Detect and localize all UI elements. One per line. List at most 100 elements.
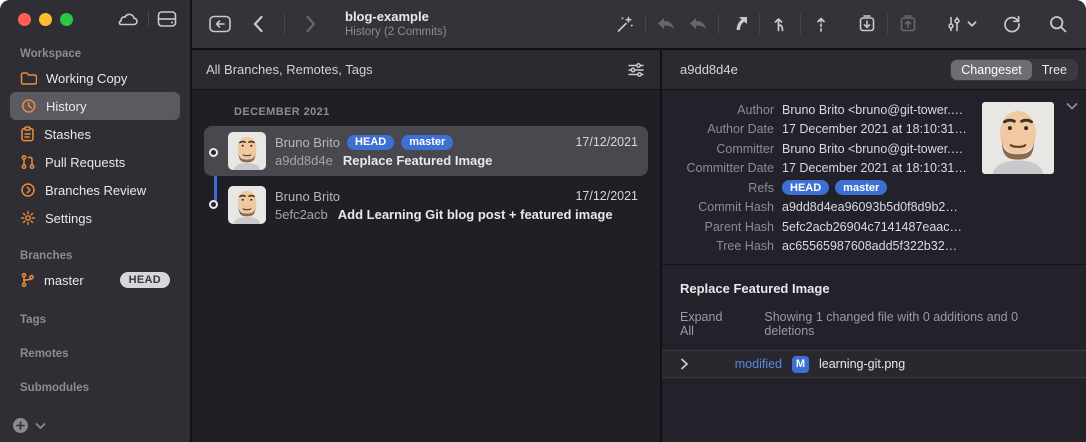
branch-filter-bar[interactable]: All Branches, Remotes, Tags: [192, 50, 660, 90]
expand-file-chevron-icon[interactable]: [680, 358, 720, 370]
sidebar-item-working-copy[interactable]: Working Copy: [10, 64, 180, 92]
toolbar-divider: [284, 14, 285, 34]
push-icon[interactable]: [807, 11, 835, 37]
chevron-down-icon[interactable]: [35, 422, 46, 430]
app-window: Workspace Working Copy History: [0, 0, 1086, 442]
field-label: Author Date: [662, 122, 774, 136]
commit-message-title: Replace Featured Image: [662, 265, 1086, 304]
file-status-label: modified: [730, 357, 782, 371]
committer-date-value: 17 December 2021 at 18:10:31…: [782, 161, 967, 175]
tree-tab[interactable]: Tree: [1032, 60, 1077, 80]
cloud-services-icon[interactable]: [117, 10, 141, 28]
commit-list: DECEMBER 2021: [192, 90, 660, 442]
refresh-icon[interactable]: [998, 11, 1026, 37]
file-name: learning-git.png: [819, 357, 905, 371]
view-toggle: Changeset Tree: [950, 59, 1078, 81]
commit-date: 17/12/2021: [575, 189, 638, 203]
master-ref-badge: master: [835, 180, 887, 195]
field-label: Refs: [662, 181, 774, 195]
branch-name: master: [44, 273, 84, 288]
expand-all-button[interactable]: Expand All: [680, 310, 738, 338]
field-label: Parent Hash: [662, 220, 774, 234]
commit-metadata: Author Bruno Brito <bruno@git-tower.… Au…: [662, 90, 1086, 264]
avatar: [228, 186, 266, 224]
commit-author: Bruno Brito: [275, 135, 340, 150]
author-date-value: 17 December 2021 at 18:10:31…: [782, 122, 967, 136]
tree-hash-value: ac65565987608add5f322b32…: [782, 239, 957, 253]
commit-short-hash: 5efc2acb: [275, 207, 328, 222]
head-badge: HEAD: [120, 272, 170, 288]
commit-message: Replace Featured Image: [343, 153, 493, 168]
tags-section-label[interactable]: Tags: [10, 294, 180, 330]
folder-icon: [20, 71, 37, 86]
field-label: Committer Date: [662, 161, 774, 175]
stash-save-icon[interactable]: [853, 11, 881, 37]
parent-hash-value: 5efc2acb26904c7141487eaac…: [782, 220, 962, 234]
redo-icon[interactable]: [684, 11, 712, 37]
main-area: blog-example History (2 Commits): [192, 0, 1086, 442]
author-value: Bruno Brito <bruno@git-tower.…: [782, 103, 963, 117]
filter-sliders-icon[interactable]: [626, 61, 646, 79]
sidebar-item-history[interactable]: History: [10, 92, 180, 120]
commit-row-5efc2acb[interactable]: Bruno Brito 17/12/2021 5efc2acb Add Lear…: [204, 180, 648, 230]
stash-apply-icon[interactable]: [894, 11, 922, 37]
committer-value: Bruno Brito <bruno@git-tower.…: [782, 142, 963, 156]
quick-actions-icon[interactable]: [611, 11, 639, 37]
sidebar-item-branch-master[interactable]: master HEAD: [10, 266, 180, 294]
head-ref-badge: HEAD: [782, 180, 829, 195]
back-button[interactable]: [244, 11, 272, 37]
toolbar: blog-example History (2 Commits): [192, 0, 1086, 50]
services-dropdown-icon[interactable]: [940, 11, 980, 37]
field-label: Commit Hash: [662, 200, 774, 214]
git-branch-icon: [20, 272, 35, 288]
zoom-window-button[interactable]: [60, 13, 73, 26]
sidebar-item-branches-review[interactable]: Branches Review: [10, 176, 180, 204]
field-label: Committer: [662, 142, 774, 156]
toolbar-divider: [718, 14, 719, 34]
sidebar-item-settings[interactable]: Settings: [10, 204, 180, 232]
repo-title: blog-example: [345, 9, 447, 25]
commit-hash-value: a9dd8d4ea96093b5d0f8d9b2…: [782, 200, 958, 214]
vaults-icon[interactable]: [156, 10, 178, 28]
commit-short-hash: a9dd8d4e: [275, 153, 333, 168]
sidebar-item-stashes[interactable]: Stashes: [10, 120, 180, 148]
sidebar-item-label: Stashes: [44, 127, 91, 142]
branches-review-icon: [20, 182, 36, 198]
repository-icon[interactable]: [206, 11, 234, 37]
sidebar-item-label: Pull Requests: [45, 155, 125, 170]
commit-date: 17/12/2021: [575, 135, 638, 149]
changed-file-row[interactable]: modified M learning-git.png: [662, 350, 1086, 378]
branches-section-label: Branches: [10, 232, 180, 266]
minimize-window-button[interactable]: [39, 13, 52, 26]
forward-button[interactable]: [297, 11, 325, 37]
titlebar-divider: [148, 11, 149, 27]
clipboard-icon: [20, 126, 35, 142]
sidebar-item-pull-requests[interactable]: Pull Requests: [10, 148, 180, 176]
traffic-lights: [18, 13, 73, 26]
titlebar: [0, 0, 190, 38]
field-label: Author: [662, 103, 774, 117]
pull-icon[interactable]: [766, 11, 794, 37]
undo-icon[interactable]: [652, 11, 680, 37]
toolbar-divider: [887, 14, 888, 34]
gear-icon: [20, 210, 36, 226]
commit-row-a9dd8d4e[interactable]: Bruno Brito HEAD master 17/12/2021 a9dd8…: [204, 126, 648, 176]
commit-author: Bruno Brito: [275, 189, 340, 204]
history-clock-icon: [20, 98, 37, 114]
toolbar-divider: [759, 14, 760, 34]
toolbar-divider: [645, 14, 646, 34]
master-ref-badge: master: [401, 135, 453, 150]
remotes-section-label[interactable]: Remotes: [10, 330, 180, 364]
head-ref-badge: HEAD: [347, 135, 394, 150]
commit-list-pane: All Branches, Remotes, Tags DECEMBER 202…: [192, 50, 662, 442]
branch-filter-label: All Branches, Remotes, Tags: [206, 62, 373, 77]
changeset-tab[interactable]: Changeset: [951, 60, 1031, 80]
search-icon[interactable]: [1044, 11, 1072, 37]
collapse-details-chevron-icon[interactable]: [1066, 102, 1078, 111]
submodules-section-label[interactable]: Submodules: [10, 364, 180, 398]
commit-graph-node: [209, 200, 218, 209]
merge-icon[interactable]: [725, 11, 753, 37]
close-window-button[interactable]: [18, 13, 31, 26]
add-button[interactable]: [12, 417, 29, 434]
changed-files-summary: Showing 1 changed file with 0 additions …: [764, 310, 1068, 338]
